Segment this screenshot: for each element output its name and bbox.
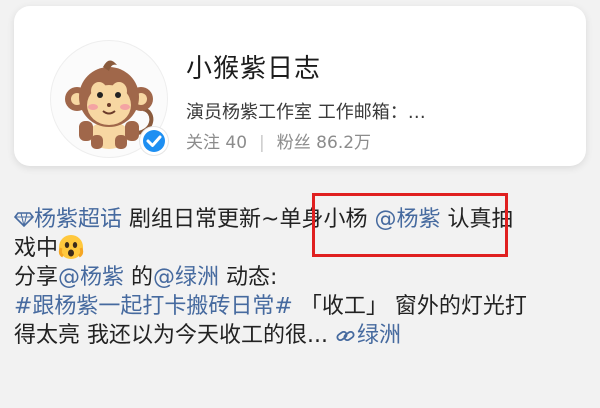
profile-card[interactable]: 小猴紫日志 演员杨紫工作室 工作邮箱：… 关注 40 | 粉丝 86.2万 bbox=[14, 6, 586, 166]
post-text-segment-5: 得太亮 我还以为今天收工的很... bbox=[14, 323, 335, 348]
profile-description: 演员杨紫工作室 工作邮箱：… bbox=[186, 102, 426, 123]
profile-stats: 关注 40 | 粉丝 86.2万 bbox=[186, 128, 371, 153]
mention-link-3[interactable]: @绿洲 bbox=[153, 265, 219, 290]
link-chain-icon bbox=[336, 330, 355, 342]
scared-face-emoji-icon bbox=[58, 235, 84, 259]
post-text-segment-3: 戏中 bbox=[14, 236, 59, 261]
followers-count[interactable]: 粉丝 86.2万 bbox=[277, 133, 371, 153]
share-mid: 的 bbox=[124, 265, 154, 290]
profile-name[interactable]: 小猴紫日志 bbox=[186, 48, 321, 85]
verified-check-icon bbox=[143, 130, 165, 152]
post-text-segment-1: 剧组日常更新~ bbox=[122, 207, 280, 232]
share-prefix: 分享 bbox=[14, 265, 59, 290]
verified-badge bbox=[140, 127, 168, 155]
supertopic-diamond-icon bbox=[14, 212, 34, 227]
hashtag-link[interactable]: #跟杨紫一起打卡搬砖日常# bbox=[14, 294, 293, 319]
supertopic-label: 杨紫超话 bbox=[34, 207, 123, 232]
mention-link-2[interactable]: @杨紫 bbox=[58, 265, 124, 290]
stats-separator: | bbox=[259, 133, 265, 153]
post-text-segment-4: 「收工」 窗外的灯光打 bbox=[292, 294, 527, 319]
app-link-label: 绿洲 bbox=[356, 323, 401, 348]
app-link[interactable]: 绿洲 bbox=[335, 323, 401, 348]
following-count[interactable]: 关注 40 bbox=[186, 133, 247, 153]
supertopic-link[interactable]: 杨紫超话 bbox=[14, 207, 122, 232]
highlight-box bbox=[312, 193, 508, 257]
share-suffix: 动态: bbox=[219, 265, 278, 290]
